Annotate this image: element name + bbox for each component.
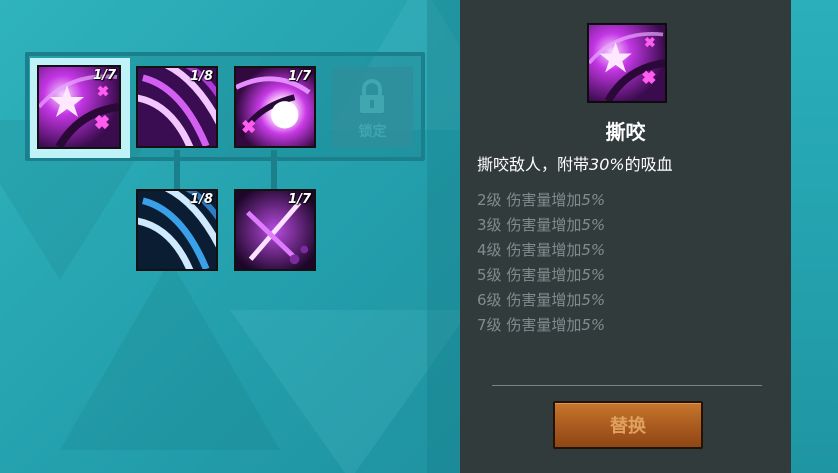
skill-ice-claw-icon[interactable]: 1/8 [136,189,218,271]
right-background [791,0,838,473]
locked-skill-slot[interactable]: 锁定 [332,67,413,147]
bonus-level: 7级 [477,316,502,334]
lock-label: 锁定 [358,124,387,140]
skill-bite-icon[interactable]: 1/7 [37,65,121,149]
bonus-value: 5% [581,216,606,234]
bonus-text: 伤害量增加 [506,291,582,309]
level-bonus-item: 3级 伤害量增加5% [477,213,605,238]
detail-skill-icon [587,23,667,103]
skill-level-label: 1/8 [190,69,213,84]
bonus-level: 6级 [477,291,502,309]
divider [492,385,762,386]
skill-cross-slash-icon[interactable]: 1/7 [234,189,316,271]
panel-edge-strip [427,0,460,473]
bonus-value: 5% [581,266,606,284]
skill-orb-icon[interactable]: 1/7 [234,66,316,148]
bonus-text: 伤害量增加 [506,216,582,234]
lock-icon [360,79,384,113]
description-value: 30% [589,155,625,174]
bonus-value: 5% [581,291,606,309]
bonus-text: 伤害量增加 [506,316,582,334]
level-bonus-item: 4级 伤害量增加5% [477,238,605,263]
skill-level-label: 1/8 [190,192,213,207]
level-bonus-item: 6级 伤害量增加5% [477,288,605,313]
skill-level-label: 1/7 [288,69,311,84]
skill-level-label: 1/7 [288,192,311,207]
replace-button[interactable]: 替换 [553,401,703,449]
bonus-text: 伤害量增加 [506,191,582,209]
description-suffix: 的吸血 [624,155,673,174]
bonus-value: 5% [581,191,606,209]
bonus-level: 2级 [477,191,502,209]
skill-description: 撕咬敌人，附带30%的吸血 [477,151,673,175]
bonus-text: 伤害量增加 [506,241,582,259]
bonus-level: 3级 [477,216,502,234]
bonus-text: 伤害量增加 [506,266,582,284]
level-bonus-list: 2级 伤害量增加5% 3级 伤害量增加5% 4级 伤害量增加5% 5级 伤害量增… [477,188,605,338]
tree-connector [271,150,277,190]
description-prefix: 撕咬敌人，附带 [477,155,590,174]
skill-claw-icon[interactable]: 1/8 [136,66,218,148]
level-bonus-item: 2级 伤害量增加5% [477,188,605,213]
level-bonus-item: 7级 伤害量增加5% [477,313,605,338]
bonus-level: 5级 [477,266,502,284]
tree-connector [174,150,180,190]
bonus-value: 5% [581,316,606,334]
skill-level-label: 1/7 [93,68,116,83]
bonus-value: 5% [581,241,606,259]
bonus-level: 4级 [477,241,502,259]
skill-title: 撕咬 [605,120,646,144]
level-bonus-item: 5级 伤害量增加5% [477,263,605,288]
